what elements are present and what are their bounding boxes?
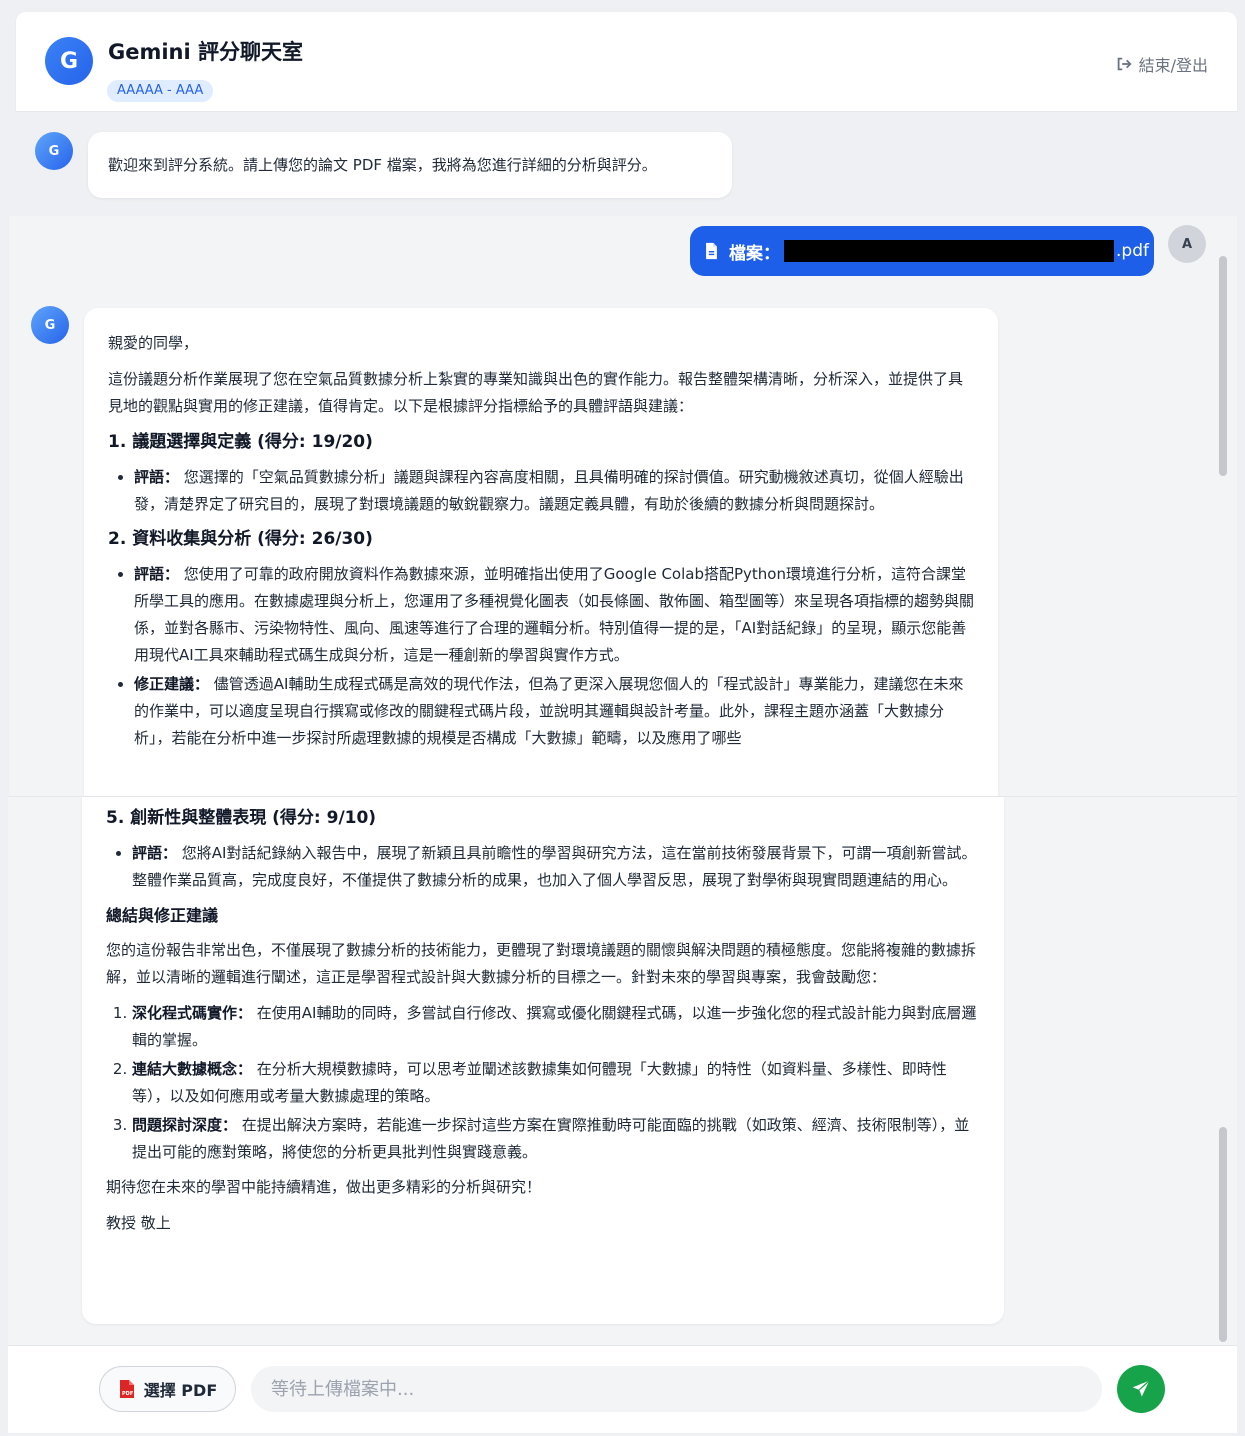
reply-greeting: 親愛的同學， [108, 334, 199, 352]
user-file-message: 檔案： .pdf [690, 226, 1154, 276]
file-pdf-icon [706, 242, 717, 260]
file-extension: .pdf [1116, 241, 1149, 261]
paper-plane-icon [1132, 1380, 1150, 1397]
comment-label: 評語： [134, 565, 180, 583]
section-5-list: 評語： 您將AI對話紀錄納入報告中，展現了新穎且具前瞻性的學習與研究方法，這在當… [132, 840, 978, 894]
gemini-logo: G [45, 37, 93, 85]
suggestion-label: 修正建議： [134, 675, 210, 693]
closing-text: 期待您在未來的學習中能持續精進，做出更多精彩的分析與研究！ [106, 1178, 542, 1196]
file-prefix: 檔案： [729, 243, 780, 264]
section-1-title: 1. 議題選擇與定義 (得分: 19/20) [108, 432, 373, 452]
summary-text: 您的這份報告非常出色，不僅展現了數據分析的技術能力，更體現了對環境議題的關懷與解… [106, 941, 977, 986]
grading-reply-bottom: 5. 創新性與整體表現 (得分: 9/10) 評語： 您將AI對話紀錄納入報告中… [82, 797, 1004, 1324]
choose-pdf-button[interactable]: PDF 選擇 PDF [99, 1366, 236, 1412]
section-1-list: 評語： 您選擇的「空氣品質數據分析」議題與課程內容高度相關，且具備明確的探討價值… [134, 464, 974, 518]
list-item: 深化程式碼實作： 在使用AI輔助的同時，多嘗試自行修改、撰寫或優化關鍵程式碼，以… [132, 1000, 978, 1054]
scrollbar-thumb[interactable] [1219, 1127, 1227, 1342]
summary-title: 總結與修正建議 [106, 906, 219, 925]
item-label: 連結大數據概念： [132, 1060, 253, 1078]
item-text: 在分析大規模數據時，可以思考並闡述該數據集如何體現「大數據」的特性（如資料量、多… [132, 1060, 947, 1105]
item-text: 在使用AI輔助的同時，多嘗試自行修改、撰寫或優化關鍵程式碼，以進一步強化您的程式… [132, 1004, 977, 1049]
section-2-list: 評語： 您使用了可靠的政府開放資料作為數據來源，並明確指出使用了Google C… [134, 561, 974, 752]
suggestion-text: 儘管透過AI輔助生成程式碼是高效的現代作法，但為了更深入展現您個人的「程式設計」… [134, 675, 964, 747]
message-input[interactable] [251, 1366, 1102, 1412]
list-item: 評語： 您使用了可靠的政府開放資料作為數據來源，並明確指出使用了Google C… [134, 561, 974, 669]
user-avatar: A [1168, 225, 1206, 263]
list-item: 評語： 您將AI對話紀錄納入報告中，展現了新穎且具前瞻性的學習與研究方法，這在當… [132, 840, 978, 894]
list-item: 問題探討深度： 在提出解決方案時，若能進一步探討這些方案在實際推動時可能面臨的挑… [132, 1112, 978, 1166]
section-2-title: 2. 資料收集與分析 (得分: 26/30) [108, 529, 373, 549]
section-5-title: 5. 創新性與整體表現 (得分: 9/10) [106, 808, 377, 828]
page-title: Gemini 評分聊天室 [108, 40, 304, 64]
chat-header: G Gemini 評分聊天室 AAAAA - AAA 結束/登出 [16, 12, 1237, 112]
comment-label: 評語： [132, 844, 178, 862]
pdf-file-icon: PDF [119, 1380, 134, 1398]
bot-avatar: G [35, 132, 73, 170]
user-badge: AAAAA - AAA [107, 80, 214, 102]
input-bar: PDF 選擇 PDF [8, 1345, 1237, 1433]
item-label: 深化程式碼實作： [132, 1004, 253, 1022]
summary-list: 深化程式碼實作： 在使用AI輔助的同時，多嘗試自行修改、撰寫或優化關鍵程式碼，以… [132, 1000, 978, 1166]
svg-text:PDF: PDF [122, 1391, 133, 1397]
scrollbar-thumb[interactable] [1219, 256, 1227, 476]
logout-button[interactable]: 結束/登出 [1115, 52, 1208, 76]
item-text: 在提出解決方案時，若能進一步探討這些方案在實際推動時可能面臨的挑戰（如政策、經濟… [132, 1116, 970, 1161]
logout-icon [1117, 57, 1132, 71]
item-label: 問題探討深度： [132, 1116, 238, 1134]
signature: 教授 敬上 [106, 1214, 171, 1232]
welcome-message: 歡迎來到評分系統。請上傳您的論文 PDF 檔案，我將為您進行詳細的分析與評分。 [88, 132, 732, 198]
grading-reply-top: 親愛的同學， 這份議題分析作業展現了您在空氣品質數據分析上紮實的專業知識與出色的… [84, 308, 998, 796]
choose-pdf-label: 選擇 PDF [143, 1381, 218, 1400]
bot-avatar: G [31, 306, 69, 344]
list-item: 修正建議： 儘管透過AI輔助生成程式碼是高效的現代作法，但為了更深入展現您個人的… [134, 671, 974, 752]
list-item: 評語： 您選擇的「空氣品質數據分析」議題與課程內容高度相關，且具備明確的探討價值… [134, 464, 974, 518]
reply-intro: 這份議題分析作業展現了您在空氣品質數據分析上紮實的專業知識與出色的實作能力。報告… [108, 370, 964, 415]
logout-label: 結束/登出 [1138, 56, 1208, 75]
comment-text: 您將AI對話紀錄納入報告中，展現了新穎且具前瞻性的學習與研究方法，這在當前技術發… [132, 844, 977, 889]
list-item: 連結大數據概念： 在分析大規模數據時，可以思考並闡述該數據集如何體現「大數據」的… [132, 1056, 978, 1110]
comment-text: 您使用了可靠的政府開放資料作為數據來源，並明確指出使用了Google Colab… [134, 565, 975, 664]
comment-label: 評語： [134, 468, 180, 486]
comment-text: 您選擇的「空氣品質數據分析」議題與課程內容高度相關，且具備明確的探討價值。研究動… [134, 468, 964, 513]
send-button[interactable] [1117, 1365, 1165, 1413]
redacted-filename [784, 240, 1114, 262]
